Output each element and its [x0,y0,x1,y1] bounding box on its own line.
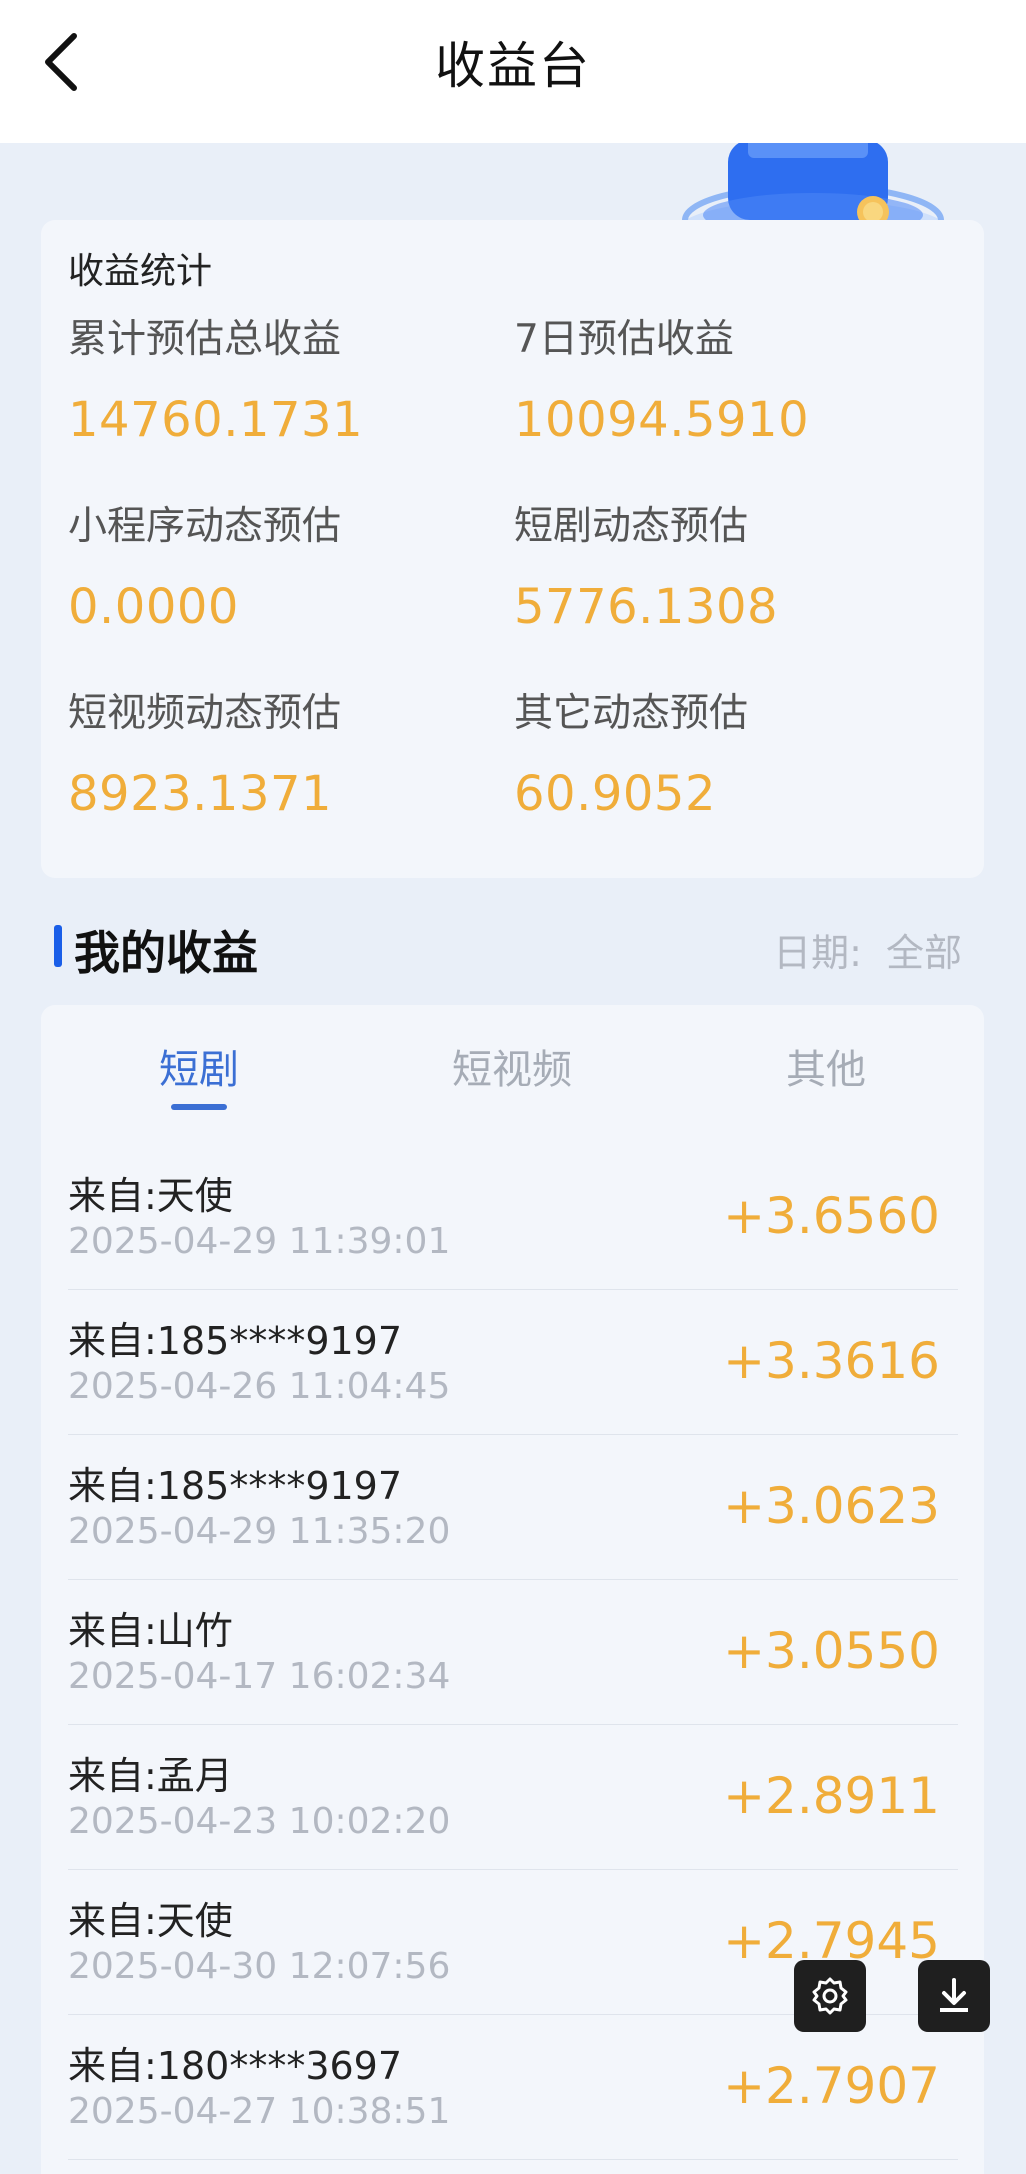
list-item-amount: +2.7907 [723,2057,940,2115]
list-item[interactable]: 来自:185****9197 2025-04-29 11:35:20 +3.06… [68,1435,958,1580]
stat-value-miniprogram: 0.0000 [68,579,239,635]
stat-label-short-video: 短视频动态预估 [68,691,342,736]
list-item-amount: +3.3616 [723,1332,940,1390]
list-item-source: 来自:185****9197 [68,1319,403,1363]
list-item-time: 2025-04-29 11:35:20 [68,1511,451,1552]
tab-other[interactable]: 其他 [726,1037,926,1095]
date-filter-value: 全部 [885,931,962,975]
earnings-page: 收益台 收益统计 累计预估总收益 14760.1731 7日预估收益 10094… [0,0,1026,2174]
list-item[interactable]: 来自:天使 2025-04-29 11:39:01 +3.6560 [68,1145,958,1290]
stat-label-miniprogram: 小程序动态预估 [68,504,342,549]
gear-icon [812,1977,848,2015]
list-item-time: 2025-04-27 10:38:51 [68,2091,451,2132]
list-item-time: 2025-04-23 10:02:20 [68,1801,451,1842]
section-accent-bar [54,925,62,967]
stats-card: 收益统计 累计预估总收益 14760.1731 7日预估收益 10094.591… [41,220,984,878]
list-item-time: 2025-04-17 16:02:34 [68,1656,451,1697]
settings-button[interactable] [794,1960,866,2032]
list-item-source: 来自:天使 [68,1899,233,1943]
list-item-source: 来自:天使 [68,1174,233,1218]
stat-value-short-video: 8923.1371 [68,766,333,822]
list-item-time: 2025-04-30 12:07:56 [68,1946,451,1987]
date-filter[interactable]: 日期: 全部 [773,922,962,977]
stat-label-other: 其它动态预估 [514,691,749,736]
download-icon [940,1978,968,2012]
list-item[interactable]: 来自:185****9197 2025-04-26 11:04:45 +3.36… [68,1290,958,1435]
stat-label-total: 累计预估总收益 [68,317,342,362]
stat-value-total: 14760.1731 [68,392,364,448]
stat-label-7day: 7日预估收益 [514,317,734,362]
stat-value-short-drama: 5776.1308 [514,579,779,635]
list-item-source: 来自:孟月 [68,1754,233,1798]
list-item-source: 来自:180****3697 [68,2044,403,2088]
list-item-amount: +2.8911 [723,1767,940,1825]
page-title: 收益台 [435,37,591,95]
list-item-source: 来自:山竹 [68,1609,233,1653]
download-button[interactable] [918,1960,990,2032]
section-title: 我的收益 [74,926,258,980]
list-item-amount: +3.0623 [723,1477,940,1535]
tab-active-indicator [171,1104,227,1110]
list-item-time: 2025-04-29 11:39:01 [68,1221,451,1262]
stat-value-7day: 10094.5910 [514,392,810,448]
list-item[interactable]: 来自:孟月 2025-04-23 10:02:20 +2.8911 [68,1725,958,1870]
list-item[interactable]: 来自:山竹 2025-04-17 16:02:34 +3.0550 [68,1580,958,1725]
date-filter-label: 日期: [773,931,862,975]
list-item-amount: +3.6560 [723,1187,940,1245]
tab-short-drama[interactable]: 短剧 [99,1037,299,1095]
list-item-amount: +3.0550 [723,1622,940,1680]
stat-value-other: 60.9052 [514,766,716,822]
list-item[interactable]: 来自:180****3697 2025-04-27 10:38:51 +2.79… [68,2015,958,2160]
stats-heading: 收益统计 [68,251,213,292]
tab-short-video[interactable]: 短视频 [412,1037,612,1095]
list-item-time: 2025-04-26 11:04:45 [68,1366,451,1407]
top-bar: 收益台 [0,0,1026,143]
list-item-source: 来自:185****9197 [68,1464,403,1508]
stat-label-short-drama: 短剧动态预估 [514,504,749,549]
